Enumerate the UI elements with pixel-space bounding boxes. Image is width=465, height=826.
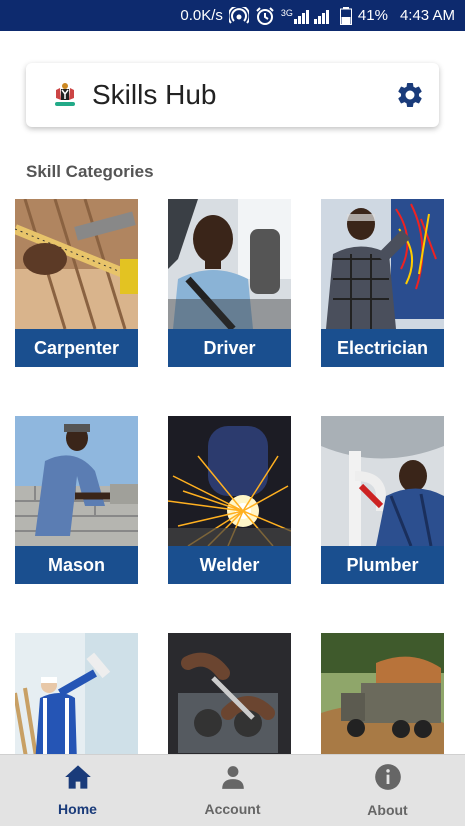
nav-label: Account — [204, 801, 261, 817]
category-card-driver[interactable]: Driver — [168, 199, 291, 367]
category-label: Welder — [168, 546, 291, 584]
app-header: Skills Hub — [26, 63, 439, 127]
category-label: Driver — [168, 329, 291, 367]
category-card-mason[interactable]: Mason — [15, 416, 138, 584]
home-icon — [64, 764, 92, 795]
nav-item-home[interactable]: Home — [0, 755, 155, 826]
clock: 4:43 AM — [399, 7, 455, 24]
category-label: Plumber — [321, 546, 444, 584]
nav-label: About — [367, 802, 408, 818]
gear-icon[interactable] — [395, 80, 425, 110]
category-card-plumber[interactable]: Plumber — [321, 416, 444, 584]
driver-image — [168, 199, 291, 329]
painter-image — [15, 633, 138, 763]
category-card-electrician[interactable]: Electrician — [321, 199, 444, 367]
bottom-nav: Home Account About — [0, 754, 465, 826]
mason-image — [15, 416, 138, 546]
status-bar: 0.0K/s 3G 41% 4:43 AM — [0, 0, 465, 31]
welder-image — [168, 416, 291, 546]
category-card-carpenter[interactable]: Carpenter — [15, 199, 138, 367]
category-label: Mason — [15, 546, 138, 584]
truck-image — [321, 633, 444, 763]
info-icon — [374, 763, 402, 796]
section-title: Skill Categories — [26, 162, 154, 181]
signal-icon: 3G — [281, 8, 334, 24]
mechanic-image — [168, 633, 291, 763]
category-label: Carpenter — [15, 329, 138, 367]
hotspot-icon — [228, 6, 249, 25]
network-speed: 0.0K/s — [180, 7, 223, 24]
coat-of-arms-icon — [50, 80, 80, 110]
battery-level: 41% — [357, 7, 388, 24]
network-type: 3G — [280, 7, 293, 18]
category-label: Electrician — [321, 329, 444, 367]
nav-item-account[interactable]: Account — [155, 755, 310, 826]
electrician-image — [321, 199, 444, 329]
battery-icon — [339, 6, 352, 25]
app-title: Skills Hub — [92, 79, 217, 110]
alarm-icon — [255, 6, 275, 26]
person-icon — [220, 764, 246, 795]
category-card-welder[interactable]: Welder — [168, 416, 291, 584]
carpenter-image — [15, 199, 138, 329]
nav-item-about[interactable]: About — [310, 755, 465, 826]
plumber-image — [321, 416, 444, 546]
nav-label: Home — [58, 801, 97, 817]
